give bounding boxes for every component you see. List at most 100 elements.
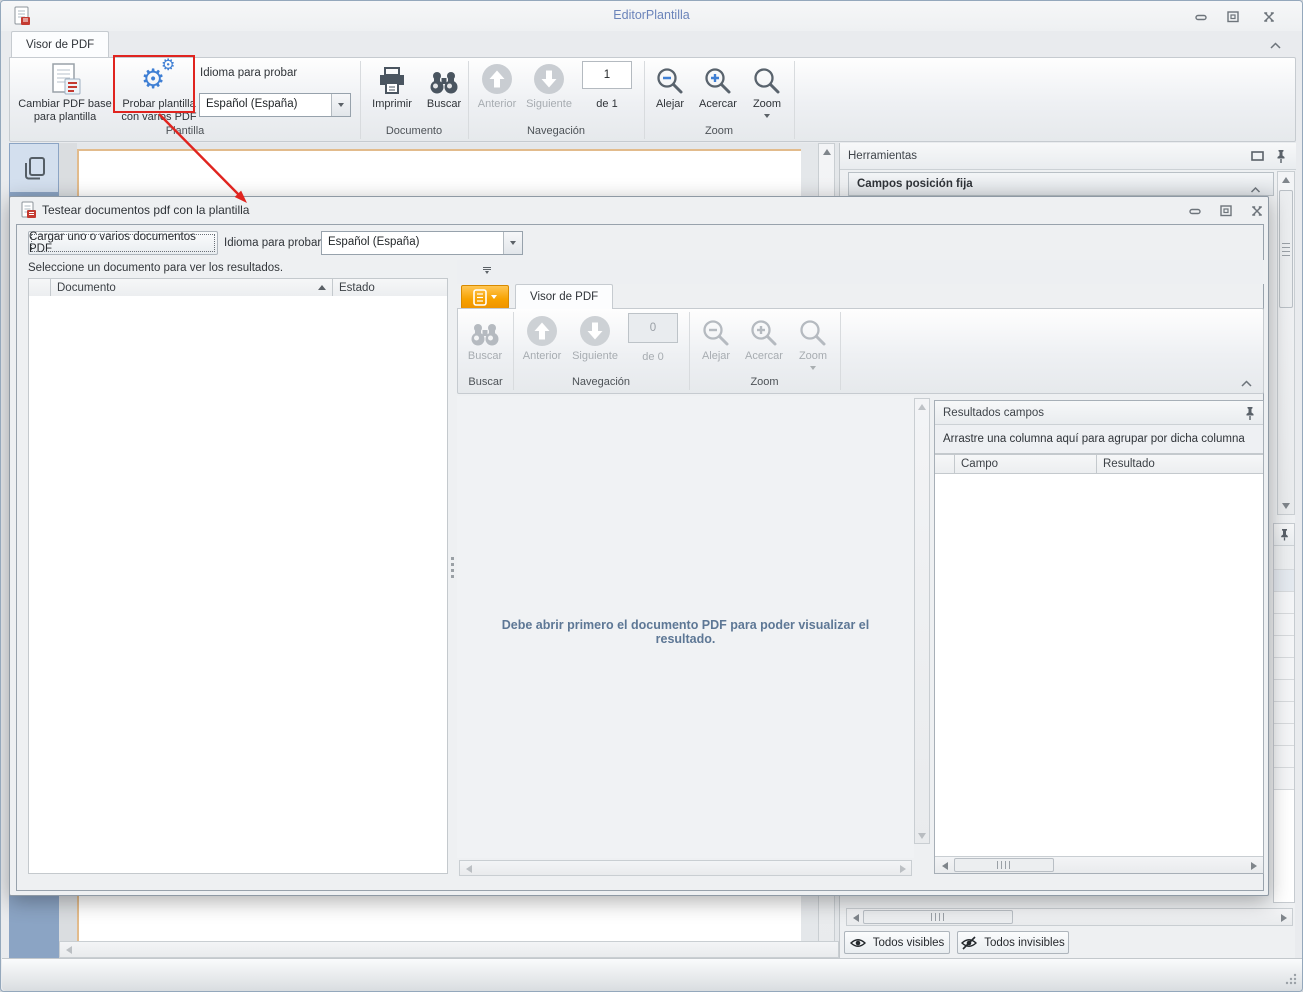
zoom-out-icon [701,312,731,350]
cambiar-label-line1: Cambiar PDF base [18,98,112,110]
viewer-buscar-button[interactable]: Buscar [461,312,509,363]
idioma-combobox[interactable]: Español (España) [199,93,351,117]
scroll-down-button[interactable] [915,828,929,843]
doc-horizontal-scrollbar[interactable] [59,941,839,958]
thumb-grip [931,913,945,921]
resultados-horizontal-scrollbar[interactable] [935,856,1263,873]
grid-row [1274,702,1294,724]
buscar-button[interactable]: Buscar [420,60,468,111]
scroll-up-button[interactable] [819,144,834,160]
viewer-zoom-dropdown-button[interactable]: Zoom [790,312,836,370]
resize-grip-icon[interactable] [1285,973,1297,985]
column-header-campo[interactable]: Campo [955,455,1097,473]
herramientas-title: Herramientas [848,150,918,162]
groupby-drop-area[interactable]: Arrastre una columna aquí para agrupar p… [935,425,1263,454]
zoom-out-icon [655,60,685,98]
todos-visibles-button[interactable]: Todos visibles [844,931,950,954]
restore-button[interactable] [1220,8,1246,25]
viewer-app-menu-button[interactable] [461,285,509,309]
close-button[interactable] [1256,8,1282,25]
dialog-idioma-combobox[interactable]: Español (España) [321,231,523,255]
close-icon [1264,11,1274,22]
scroll-right-button[interactable] [1247,859,1260,872]
anterior-button[interactable]: Anterior [472,60,522,111]
group-label-zoom: Zoom [704,125,734,137]
scroll-left-button[interactable] [462,862,475,875]
viewer-alejar-label: Alejar [701,350,731,362]
viewer-anterior-button[interactable]: Anterior [517,312,567,363]
triangle-down-icon [918,832,926,839]
grid-row [1274,724,1294,746]
main-tab-visor-pdf[interactable]: Visor de PDF [11,31,110,57]
pin-icon[interactable] [1245,406,1255,424]
grid-row [1274,614,1294,636]
todos-invisibles-button[interactable]: Todos invisibles [957,931,1069,954]
printer-icon [377,60,407,98]
binoculars-icon [469,312,501,350]
viewer-alejar-button[interactable]: Alejar [694,312,738,363]
group-separator [840,312,841,390]
column-header-documento[interactable]: Documento [51,279,333,296]
viewer-acercar-button[interactable]: Acercar [740,312,788,363]
viewer-vertical-scrollbar[interactable] [914,398,930,844]
pin-icon[interactable] [1274,524,1294,546]
scroll-left-button[interactable] [62,943,76,957]
thumb-grip [1282,242,1290,256]
grid-row [1274,546,1294,570]
combo-dropdown-button[interactable] [503,232,522,254]
cambiar-label-line2: para plantilla [33,111,97,123]
imprimir-button[interactable]: Imprimir [366,60,418,111]
campos-posicion-fija-bar[interactable]: Campos posición fija [848,172,1274,196]
viewer-ribbon-collapse-button[interactable] [1240,375,1253,393]
viewer-siguiente-button[interactable]: Siguiente [568,312,622,363]
dialog-maximize-button[interactable] [1213,202,1239,219]
pdf-document-icon [47,60,83,98]
viewer-page-number-input[interactable]: 0 [628,313,678,343]
scrollbar-thumb[interactable] [954,858,1054,872]
zoom-dropdown-button[interactable]: Zoom [744,60,790,118]
group-separator [794,61,795,139]
ribbon-options-toggle-icon[interactable] [483,267,491,274]
resultados-table-body[interactable] [935,475,1263,856]
scroll-right-button[interactable] [896,862,909,875]
column-header-resultado[interactable]: Resultado [1097,455,1263,473]
scroll-left-button[interactable] [938,859,951,872]
scroll-right-button[interactable] [1277,911,1290,924]
dialog-idioma-value: Español (España) [328,236,420,248]
acercar-button[interactable]: Acercar [694,60,742,111]
dock-icon[interactable] [1251,151,1264,165]
scrollbar-thumb[interactable] [1279,190,1293,308]
scrollbar-thumb[interactable] [863,910,1013,924]
pin-icon[interactable] [1276,149,1286,167]
panel-vertical-scrollbar[interactable] [1277,171,1295,515]
scroll-up-button[interactable] [1278,172,1294,188]
minimize-button[interactable] [1188,8,1214,25]
panel-horizontal-scrollbar[interactable] [846,908,1293,926]
window-title: EditorPlantilla [613,8,690,22]
scroll-left-button[interactable] [849,911,862,924]
scroll-up-button[interactable] [915,399,929,414]
ribbon-collapse-button[interactable] [1269,37,1282,55]
alejar-button[interactable]: Alejar [648,60,692,111]
siguiente-label: Siguiente [526,98,572,110]
viewer-horizontal-scrollbar[interactable] [459,860,912,876]
cambiar-pdf-base-button[interactable]: Cambiar PDF base para plantilla [14,60,116,124]
eye-icon [849,938,866,947]
viewer-buscar-label: Buscar [467,350,503,362]
grid-row [1274,746,1294,768]
siguiente-button[interactable]: Siguiente [522,60,576,111]
resultados-campos-panel: Resultados campos Arrastre una columna a… [934,400,1264,874]
resultados-header: Resultados campos [935,401,1263,425]
pages-panel-button[interactable] [10,144,58,192]
column-header-estado[interactable]: Estado [333,279,447,296]
page-number-input[interactable]: 1 [582,61,632,89]
splitter-handle[interactable] [450,557,455,578]
dialog-close-button[interactable] [1244,202,1270,219]
combo-dropdown-button[interactable] [331,94,350,116]
viewer-group-label-navegacion: Navegación [571,376,631,388]
dialog-minimize-button[interactable] [1182,202,1208,219]
viewer-tab-visor-pdf[interactable]: Visor de PDF [515,284,614,309]
cargar-documentos-button[interactable]: Cargar uno o varios documentos PDF [28,231,218,255]
scroll-down-button[interactable] [1278,498,1294,514]
doc-table-body[interactable] [28,296,448,874]
